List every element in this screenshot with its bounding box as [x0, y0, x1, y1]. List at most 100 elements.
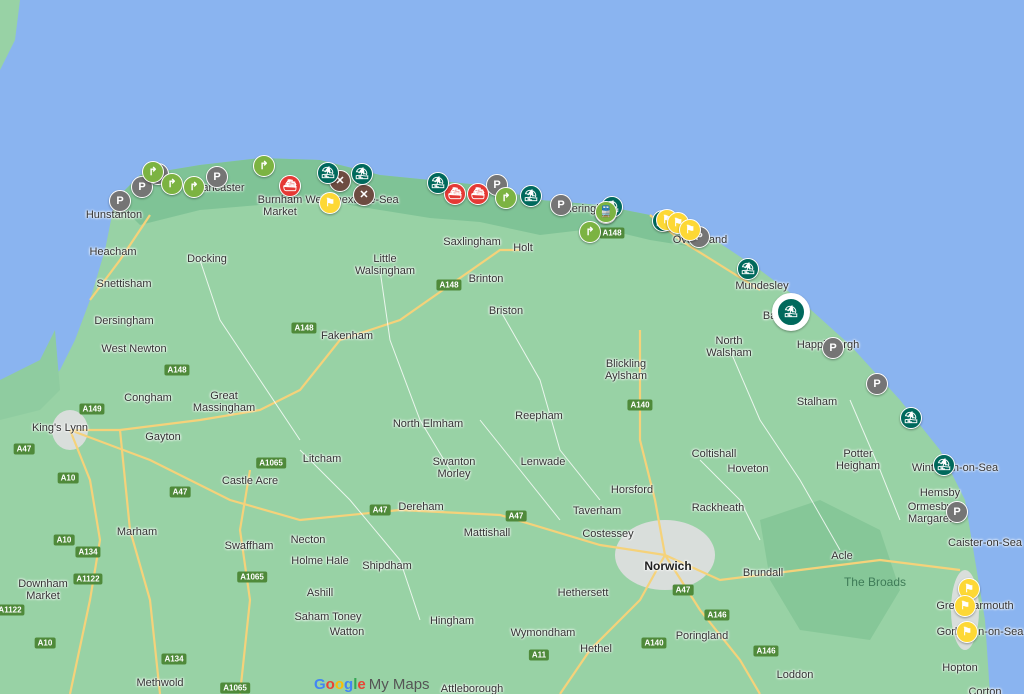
beach-marker[interactable]: ⛱ — [737, 258, 759, 280]
place-label: Stalham — [796, 396, 838, 408]
place-label: Norwich — [644, 559, 692, 573]
train-marker[interactable]: 🚆 — [595, 201, 617, 223]
place-label: Great Massingham — [192, 390, 256, 414]
attraction-marker[interactable]: ⚑ — [319, 192, 341, 214]
beach-marker[interactable]: ⛱ — [317, 162, 339, 184]
nature-marker[interactable]: ↱ — [161, 173, 183, 195]
ferry-marker[interactable]: ⛴ — [279, 175, 301, 197]
road-shield: A11 — [528, 649, 550, 661]
parking-icon: P — [829, 341, 837, 354]
beach-marker[interactable]: ⛱ — [900, 407, 922, 429]
place-label: Saxlingham — [443, 236, 501, 248]
place-label: Hoveton — [727, 463, 769, 475]
place-label: North Elmham — [392, 418, 464, 430]
logo-product: My Maps — [368, 676, 430, 693]
place-label: Dersingham — [94, 315, 154, 327]
road-shield: A1065 — [220, 682, 250, 694]
place-label: North Walsham — [706, 335, 752, 359]
parking-marker[interactable]: P — [822, 337, 844, 359]
place-label: Dereham — [398, 501, 444, 513]
parking-icon: P — [873, 377, 881, 390]
place-label: Poringland — [675, 630, 729, 642]
place-label: Snettisham — [96, 278, 152, 290]
parking-marker[interactable]: P — [866, 373, 888, 395]
beach-marker[interactable]: ⛱ — [351, 163, 373, 185]
attraction-marker[interactable]: ⚑ — [956, 621, 978, 643]
place-label: Taverham — [572, 505, 622, 517]
parking-icon: P — [557, 198, 565, 211]
place-label: Necton — [290, 534, 326, 546]
nature-marker[interactable]: ↱ — [253, 155, 275, 177]
nature-icon: ↱ — [585, 225, 595, 238]
road-shield: A134 — [161, 653, 187, 665]
train-icon: 🚆 — [599, 205, 613, 218]
parking-marker[interactable]: P — [946, 501, 968, 523]
place-label: Wymondham — [510, 627, 576, 639]
ferry-icon: ⛴ — [283, 179, 297, 192]
parking-icon: P — [213, 170, 221, 183]
nature-marker[interactable]: ↱ — [495, 187, 517, 209]
place-label: Attleborough — [440, 683, 504, 694]
place-label: Gorleston-on-Sea — [936, 626, 1024, 638]
attraction-marker[interactable]: ⚑ — [679, 219, 701, 241]
place-label: Congham — [124, 392, 172, 404]
place-label: Reepham — [515, 410, 563, 422]
nature-marker[interactable]: ↱ — [183, 176, 205, 198]
place-label: Horsford — [610, 484, 654, 496]
place-label: Mundesley — [735, 280, 789, 292]
beach-marker[interactable]: ⛱ — [772, 293, 810, 331]
nature-marker[interactable]: ↱ — [579, 221, 601, 243]
google-my-maps-logo: Google My Maps — [314, 676, 430, 693]
beach-marker[interactable]: ⛱ — [427, 172, 449, 194]
place-label: Caister-on-Sea — [948, 537, 1022, 549]
place-label: Swanton Morley — [432, 456, 476, 480]
road-shield: A1122 — [0, 604, 25, 616]
beach-marker[interactable]: ⛱ — [520, 185, 542, 207]
parking-marker[interactable]: P — [109, 190, 131, 212]
place-label: Coltishall — [691, 448, 737, 460]
place-label: Shipdham — [362, 560, 412, 572]
road-shield: A148 — [599, 227, 625, 239]
place-label: Holt — [513, 242, 533, 254]
place-label: Swaffham — [224, 540, 274, 552]
nature-icon: ↱ — [501, 191, 511, 204]
road-shield: A47 — [505, 510, 527, 522]
place-label: Watton — [329, 626, 365, 638]
place-label: Litcham — [302, 453, 342, 465]
road-shield: A47 — [13, 443, 35, 455]
road-shield: A47 — [369, 504, 391, 516]
ferry-marker[interactable]: ⛴ — [467, 183, 489, 205]
place-label: Acle — [831, 550, 853, 562]
attraction-icon: ⚑ — [325, 196, 335, 209]
beach-icon: ⛱ — [321, 166, 335, 179]
road-shield: A134 — [75, 546, 101, 558]
place-label: Corton — [968, 686, 1002, 694]
place-label: Methwold — [136, 677, 184, 689]
place-label: Ashill — [306, 587, 334, 599]
place-label: Blickling Aylsham — [605, 358, 647, 382]
place-label: The Broads — [843, 575, 907, 589]
place-label: Winterton-on-Sea — [911, 462, 999, 474]
road-shield: A10 — [53, 534, 75, 546]
beach-icon: ⛱ — [904, 411, 918, 424]
nature-icon: ↱ — [259, 159, 269, 172]
parking-marker[interactable]: P — [206, 166, 228, 188]
road-shield: A148 — [164, 364, 190, 376]
road-shield: A146 — [704, 609, 730, 621]
place-label: Gayton — [145, 431, 181, 443]
place-label: Fakenham — [321, 330, 373, 342]
map-canvas[interactable]: Hunstanton Heacham Snettisham Dersingham Wes… — [0, 0, 1024, 694]
nature-icon: ↱ — [148, 165, 158, 178]
place-label: Lenwade — [520, 456, 566, 468]
place-label: Briston — [488, 305, 524, 317]
attraction-marker[interactable]: ⚑ — [954, 595, 976, 617]
parking-marker[interactable]: P — [550, 194, 572, 216]
beach-marker[interactable]: ⛱ — [933, 454, 955, 476]
road-shield: A140 — [627, 399, 653, 411]
restaurant-marker[interactable]: ✕ — [353, 184, 375, 206]
place-label: Hingham — [429, 615, 475, 627]
road-shield: A148 — [291, 322, 317, 334]
place-label: Castle Acre — [221, 475, 279, 487]
road-shield: A47 — [169, 486, 191, 498]
place-label: King's Lynn — [31, 422, 89, 434]
